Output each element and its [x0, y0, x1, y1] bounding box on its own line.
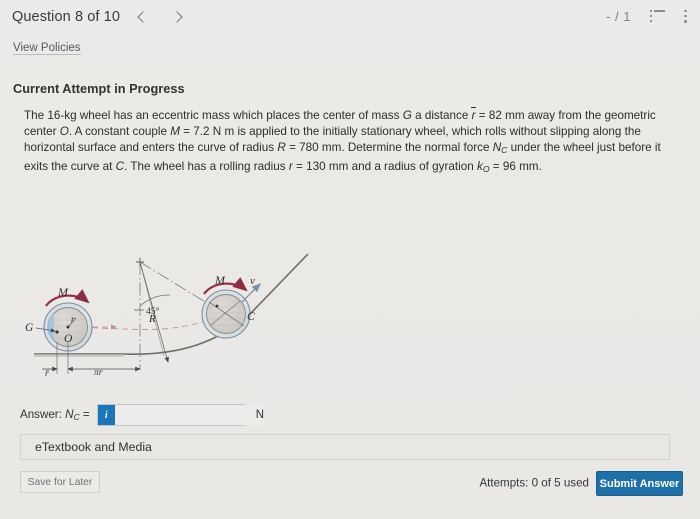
- label-O: O: [64, 333, 73, 345]
- question-text: The 16-kg wheel has an eccentric mass wh…: [24, 106, 679, 177]
- score-badge: - / 1: [606, 9, 631, 24]
- dim-label-pir: πr: [94, 368, 103, 378]
- chevron-left-icon[interactable]: [136, 10, 150, 24]
- page-title: Question 8 of 10: [12, 8, 121, 25]
- question-text-part: a distance: [411, 109, 472, 122]
- symbol-N: N: [492, 141, 502, 155]
- question-text-part: The 16-kg wheel has an eccentric mass wh…: [24, 109, 403, 122]
- view-policies-link[interactable]: View Policies: [13, 42, 81, 55]
- symbol-M: M: [170, 125, 180, 139]
- symbol-k-subscript: O: [482, 163, 490, 174]
- answer-unit: N: [255, 409, 265, 421]
- attempt-status-heading: Current Attempt in Progress: [13, 81, 185, 96]
- info-icon[interactable]: i: [97, 405, 115, 425]
- label-G: G: [25, 322, 34, 334]
- physics-diagram: 45° R r G O M M v C r̄ πr: [12, 192, 352, 392]
- question-navigation: [136, 10, 186, 24]
- chevron-right-icon[interactable]: [172, 10, 186, 24]
- answer-label: Answer: NC =: [20, 407, 90, 423]
- symbol-O: O: [59, 125, 69, 139]
- question-text-part: . A constant couple: [68, 125, 171, 139]
- label-M-left: M: [57, 285, 69, 299]
- symbol-C: C: [115, 159, 125, 173]
- attempts-counter: Attempts: 0 of 5 used: [479, 476, 589, 490]
- submit-answer-button[interactable]: Submit Answer: [596, 471, 683, 496]
- label-v: v: [250, 275, 255, 287]
- label-C: C: [247, 311, 255, 323]
- label-M-right: M: [214, 273, 226, 287]
- question-header-bar: Question 8 of 10 - / 1: [0, 0, 700, 33]
- symbol-R: R: [277, 141, 286, 155]
- header-right-group: - / 1: [606, 9, 688, 24]
- question-text-part: . The wheel has a rolling radius: [124, 159, 289, 173]
- question-text-part: = 780 mm. Determine the normal force: [285, 141, 493, 155]
- question-text-part: = 130 mm and a radius of gyration: [292, 159, 477, 173]
- save-for-later-button[interactable]: Save for Later: [20, 471, 100, 493]
- symbol-r-bar: r: [471, 106, 476, 124]
- answer-input-group: i: [96, 404, 265, 426]
- dim-label-rbar: r̄: [45, 369, 50, 379]
- wheel-r-label: r: [71, 314, 75, 324]
- list-icon[interactable]: [650, 10, 665, 23]
- kebab-menu-icon[interactable]: [684, 9, 688, 24]
- answer-row: Answer: NC = i N: [20, 404, 265, 426]
- radius-label: R: [148, 313, 156, 325]
- question-text-part: = 96 mm.: [489, 159, 542, 173]
- etextbook-and-media-bar[interactable]: eTextbook and Media: [20, 434, 670, 460]
- answer-input[interactable]: [114, 405, 265, 425]
- question-text-part: = 7.2 N: [179, 125, 222, 139]
- symbol-G: G: [402, 109, 412, 122]
